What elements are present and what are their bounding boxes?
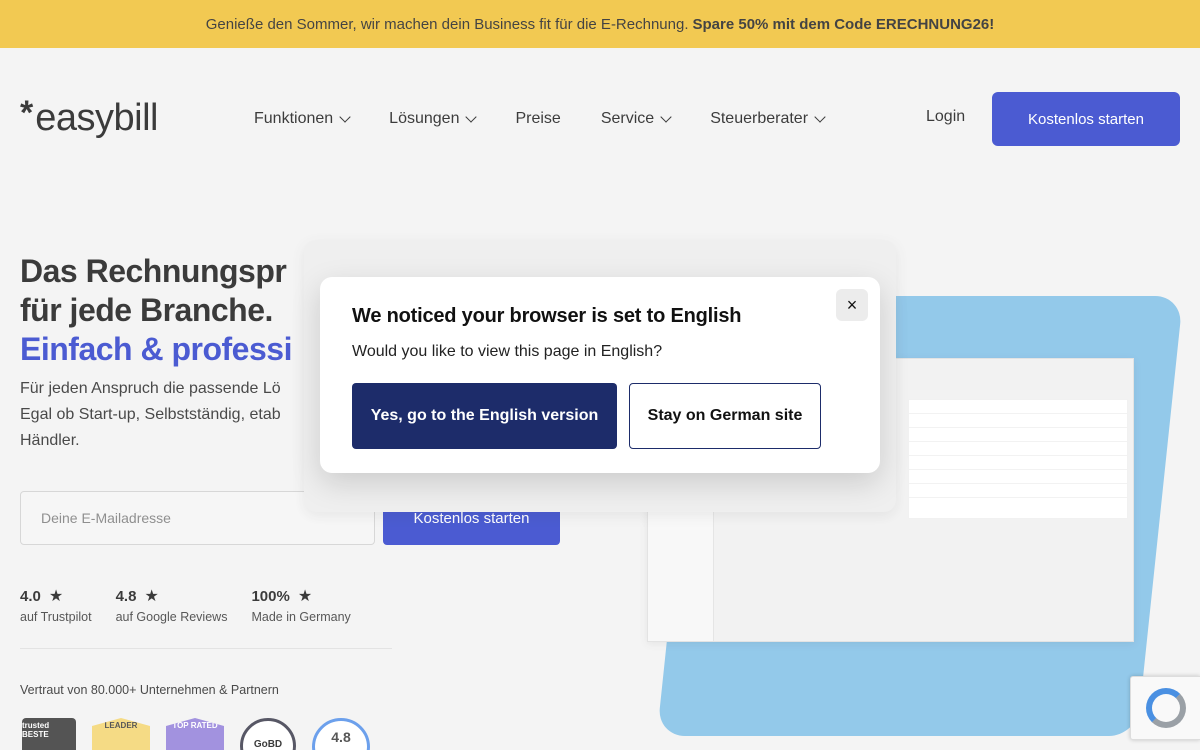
english-version-button[interactable]: Yes, go to the English version [352,383,617,449]
language-modal: We noticed your browser is set to Englis… [320,277,880,473]
modal-title: We noticed your browser is set to Englis… [352,305,742,327]
close-icon[interactable]: × [836,289,868,321]
stay-german-button[interactable]: Stay on German site [629,383,821,449]
recaptcha-icon [1145,688,1186,728]
modal-text: Would you like to view this page in Engl… [352,343,663,360]
recaptcha-badge[interactable] [1130,676,1200,740]
